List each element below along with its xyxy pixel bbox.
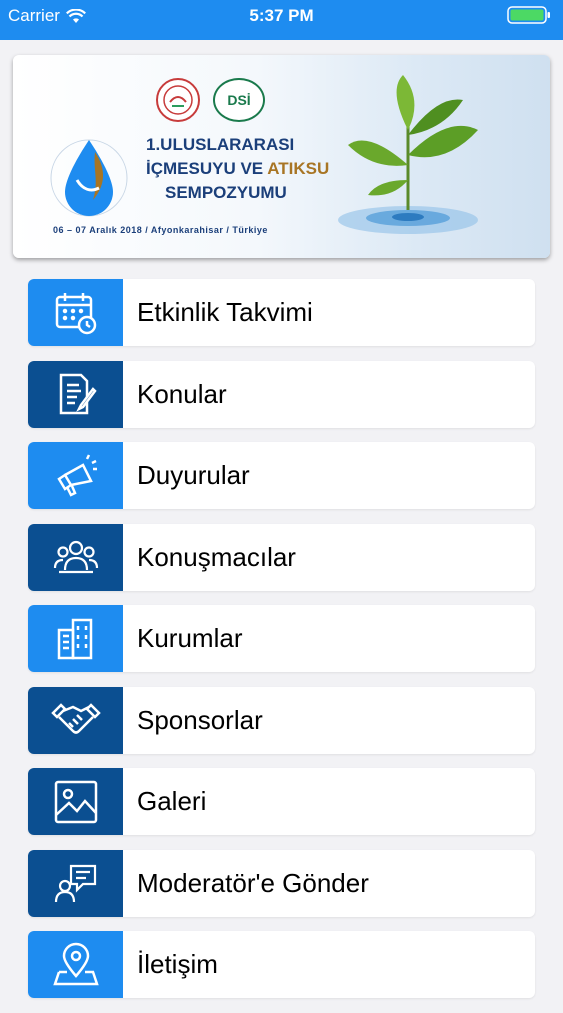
menu-item-label: Konuşmacılar [137,541,296,572]
menu-item-sponsorlar[interactable]: Sponsorlar [28,686,535,754]
menu-item-label: Konular [137,378,227,409]
clock: 5:37 PM [249,6,314,25]
battery-icon [507,6,550,24]
image-icon [54,780,97,823]
menu-item-galeri[interactable]: Galeri [28,768,535,835]
menu-item-kurumlar[interactable]: Kurumlar [28,605,535,672]
calendar-icon [55,292,96,334]
event-banner: DSİ 1.ULUSLARARASI İÇMESUYU VE ATIKSU SE… [13,55,550,258]
ministry-logo [156,78,200,122]
banner-date: 06 – 07 Aralık 2018 / Afyonkarahisar / T… [53,225,268,235]
banner-title-line3: SEMPOZYUMU [165,183,287,202]
menu-item-label: Duyurular [137,460,250,490]
menu-item-moderatore-gonder[interactable]: Moderatör'e Gönder [28,849,535,917]
menu-item-label: Moderatör'e Gönder [137,867,369,898]
menu-item-label: İletişim [137,949,218,979]
menu-item-konusmacilar[interactable]: Konuşmacılar [28,523,535,591]
building-icon [57,618,92,659]
main-menu: Etkinlik Takvimi Konular Duyurular Konuş… [28,279,535,1013]
menu-item-label: Kurumlar [137,623,243,653]
menu-item-label: Galeri [137,786,207,816]
banner-title-line2: İÇMESUYU VE ATIKSU [146,159,329,179]
menu-item-etkinlik-takvimi[interactable]: Etkinlik Takvimi [28,279,535,346]
dsi-logo: DSİ [213,78,265,122]
megaphone-icon [56,453,97,497]
plant-illustration [338,75,478,234]
menu-item-konular[interactable]: Konular [28,360,535,428]
banner-title-line2-b: ATIKSU [267,159,330,178]
banner-title-line1: 1.ULUSLARARASI [146,135,295,154]
banner-title-line2-a: İÇMESUYU VE [146,159,264,178]
document-edit-icon [59,373,97,415]
symposium-logo [50,139,128,217]
menu-item-label: Sponsorlar [137,704,263,735]
group-icon [53,540,98,574]
map-pin-icon [52,942,99,985]
handshake-icon [50,703,101,734]
menu-item-iletisim[interactable]: İletişim [28,931,535,998]
status-bar: Carrier 5:37 PM [0,0,563,40]
menu-item-label: Etkinlik Takvimi [137,297,313,327]
speech-bubble-icon [54,864,96,903]
menu-item-duyurular[interactable]: Duyurular [28,442,535,509]
